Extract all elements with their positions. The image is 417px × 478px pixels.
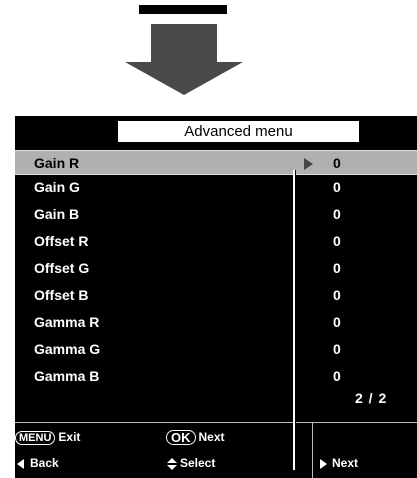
menu-item-offset-b[interactable]: Offset B 0: [15, 283, 417, 308]
menu-item-value: 0: [333, 287, 341, 303]
menu-item-gamma-r[interactable]: Gamma R 0: [15, 310, 417, 335]
menu-item-value: 0: [333, 260, 341, 276]
menu-item-label: Offset R: [34, 233, 89, 249]
menu-item-value: 0: [333, 341, 341, 357]
menu-item-value: 0: [333, 179, 341, 195]
callout-line: [293, 170, 296, 478]
menu-item-label: Offset B: [34, 287, 89, 303]
menu-item-label: Gain G: [34, 179, 80, 195]
menu-item-value: 0: [333, 206, 341, 222]
menu-item-value: 0: [333, 233, 341, 249]
down-arrow-bar: [139, 5, 227, 14]
page-indicator: 2 / 2: [355, 390, 388, 406]
menu-item-gamma-g[interactable]: Gamma G 0: [15, 337, 417, 362]
help-back-label: Back: [30, 456, 59, 470]
menu-item-gain-r[interactable]: Gain R 0: [15, 150, 417, 175]
menu-item-label: Gamma B: [34, 368, 100, 384]
advanced-menu-panel: Advanced menu Gain R 0 Gain G 0 Gain B 0…: [15, 116, 417, 478]
help-next: OK Next: [166, 430, 225, 446]
help-exit-label: Exit: [58, 430, 81, 444]
left-triangle-icon: [17, 458, 24, 469]
menu-item-value: 0: [333, 155, 341, 171]
menu-item-label: Gain R: [34, 155, 80, 171]
help-select: Select: [166, 456, 215, 470]
menu-item-label: Offset G: [34, 260, 90, 276]
menu-item-label: Gain B: [34, 206, 80, 222]
menu-item-label: Gamma R: [34, 314, 100, 330]
menu-item-value: 0: [333, 314, 341, 330]
menu-title: Advanced menu: [118, 121, 359, 142]
down-arrow-head: [125, 62, 243, 95]
help-exit: MENU Exit: [15, 430, 80, 445]
menu-item-gamma-b[interactable]: Gamma B 0: [15, 364, 417, 389]
help-divider: [15, 422, 417, 423]
menu-item-gain-b[interactable]: Gain B 0: [15, 202, 417, 227]
menu-item-gain-g[interactable]: Gain G 0: [15, 175, 417, 200]
help-back: Back: [17, 456, 59, 470]
down-arrow-icon: [151, 24, 217, 64]
menu-item-value: 0: [333, 368, 341, 384]
menu-item-label: Gamma G: [34, 341, 101, 357]
help-next-right-label: Next: [332, 456, 359, 470]
help-divider-vertical: [312, 422, 313, 478]
menu-key-icon: MENU: [15, 430, 56, 445]
screen: Advanced menu Gain R 0 Gain G 0 Gain B 0…: [0, 0, 417, 478]
menu-item-offset-r[interactable]: Offset R 0: [15, 229, 417, 254]
help-next-label: Next: [198, 430, 225, 444]
help-next-right: Next: [320, 456, 358, 470]
ok-key-icon: OK: [166, 430, 196, 446]
menu-item-offset-g[interactable]: Offset G 0: [15, 256, 417, 281]
up-down-icon: [166, 457, 178, 470]
right-triangle-icon: [320, 458, 327, 469]
right-arrow-icon: [304, 158, 313, 170]
help-select-label: Select: [180, 456, 216, 470]
